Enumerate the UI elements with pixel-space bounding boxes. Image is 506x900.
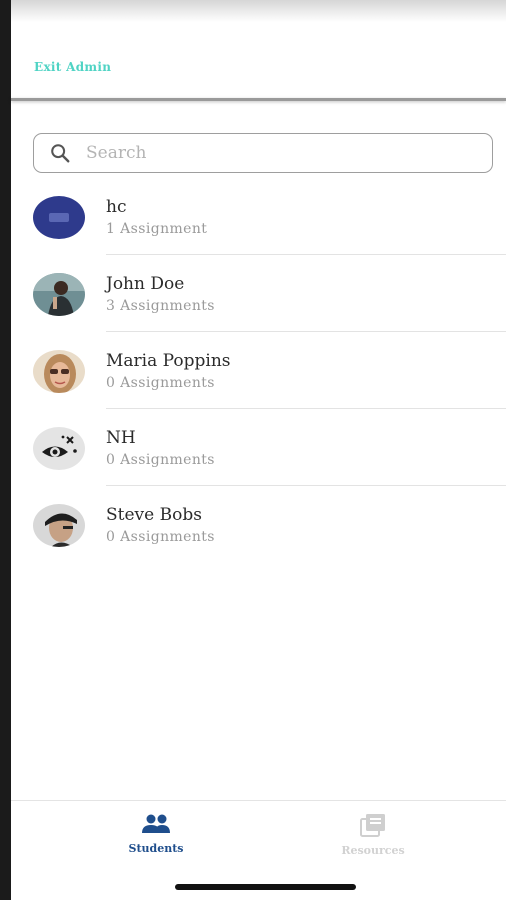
library-icon [359,813,387,841]
exit-admin-button[interactable]: Exit Admin [34,60,111,74]
eye-doodle-avatar [33,427,85,470]
man-cap-photo-avatar [33,504,85,547]
people-icon [141,813,171,839]
tab-resources[interactable]: Resources [303,813,443,857]
student-list: hc 1 Assignment John Doe 3 Assignments M… [11,178,506,563]
student-row[interactable]: Maria Poppins 0 Assignments [11,332,506,409]
search-bar[interactable] [33,133,493,173]
app-screen: Exit Admin hc 1 Assignment [0,0,506,900]
student-row[interactable]: Steve Bobs 0 Assignments [11,486,506,563]
tab-students-label: Students [128,842,184,855]
home-indicator [175,884,356,890]
student-row[interactable]: John Doe 3 Assignments [11,255,506,332]
man-photo-avatar [33,273,85,316]
header-divider [11,98,506,101]
search-icon [48,141,72,165]
tab-resources-label: Resources [341,844,405,857]
student-name: Maria Poppins [106,351,231,371]
woman-sunglasses-photo-avatar [33,350,85,393]
status-bar [11,0,506,22]
student-name: Steve Bobs [106,505,202,525]
assignment-count: 0 Assignments [106,375,215,391]
hc-logo-avatar [33,196,85,239]
assignment-count: 1 Assignment [106,221,208,237]
student-name: NH [106,428,136,448]
student-name: hc [106,197,127,217]
assignment-count: 0 Assignments [106,529,215,545]
assignment-count: 3 Assignments [106,298,215,314]
student-row[interactable]: hc 1 Assignment [11,178,506,255]
search-input[interactable] [86,143,466,163]
student-row[interactable]: NH 0 Assignments [11,409,506,486]
device-bezel [0,0,11,900]
student-name: John Doe [106,274,185,294]
assignment-count: 0 Assignments [106,452,215,468]
top-header: Exit Admin [11,22,506,98]
tab-students[interactable]: Students [86,813,226,855]
